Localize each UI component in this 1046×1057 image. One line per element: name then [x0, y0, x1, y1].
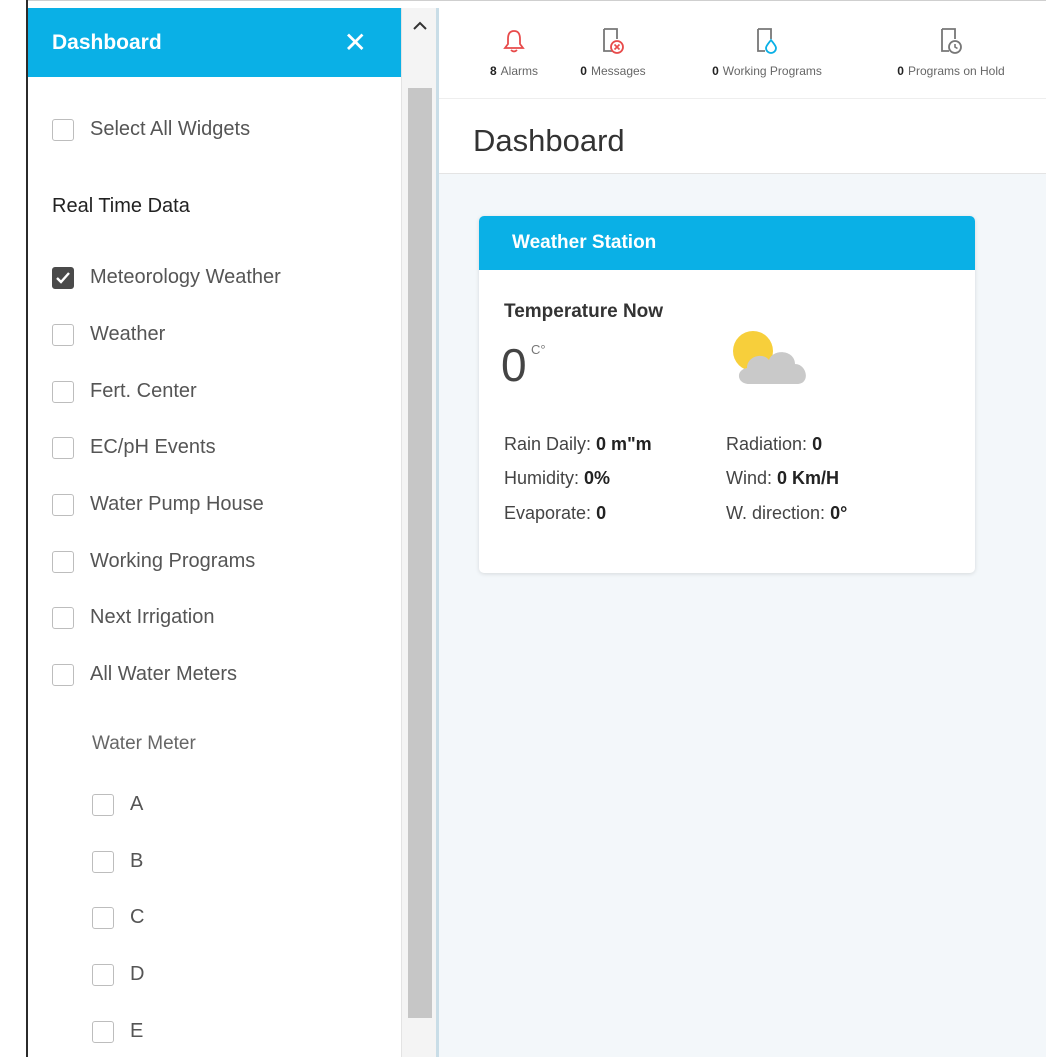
- evaporate-row: Evaporate: 0: [504, 503, 606, 524]
- evaporate-value: 0: [596, 503, 607, 523]
- main-content: 8 Alarms 0 Messages 0 Working Programs 0 Pro…: [436, 8, 1046, 1057]
- checkbox-label: A: [130, 793, 144, 815]
- sidebar-scrollbar[interactable]: [401, 8, 436, 1057]
- messages-label: Messages: [590, 64, 646, 78]
- page-header: Dashboard: [439, 98, 1046, 174]
- close-button[interactable]: ✕: [344, 28, 367, 57]
- section-heading: Real Time Data: [52, 195, 190, 217]
- message-error-icon: [601, 24, 625, 58]
- water-meter-option[interactable]: B: [92, 850, 143, 873]
- wind-label: Wind:: [726, 468, 773, 488]
- working-label: Working Programs: [722, 64, 822, 78]
- checkbox[interactable]: [92, 850, 114, 873]
- window-top-border: [26, 0, 1046, 1]
- programs-on-hold-stat[interactable]: 0 Programs on Hold: [871, 8, 1031, 98]
- checkbox[interactable]: [52, 493, 74, 516]
- checkbox-label: Fert. Center: [90, 380, 197, 402]
- checkbox[interactable]: [52, 266, 74, 289]
- checkbox[interactable]: [92, 1020, 114, 1043]
- radiation-row: Radiation: 0: [726, 434, 822, 455]
- chevron-up-icon: [413, 21, 427, 30]
- wind-value: 0 Km/H: [777, 468, 840, 488]
- scroll-thumb[interactable]: [408, 88, 432, 1018]
- checkbox-label: Next Irrigation: [90, 606, 215, 628]
- checkbox-label: Select All Widgets: [90, 118, 251, 140]
- select-all-widgets[interactable]: Select All Widgets: [52, 118, 250, 141]
- radiation-label: Radiation:: [726, 434, 808, 454]
- checkbox[interactable]: [52, 550, 74, 573]
- checkbox[interactable]: [52, 663, 74, 686]
- widget-option[interactable]: Weather: [52, 323, 165, 346]
- wind-row: Wind: 0 Km/H: [726, 468, 839, 489]
- temperature-label: Temperature Now: [504, 301, 664, 322]
- humidity-row: Humidity: 0%: [504, 468, 610, 489]
- messages-stat[interactable]: 0 Messages: [565, 8, 661, 98]
- alarms-label: Alarms: [500, 64, 539, 78]
- card-title: Weather Station: [479, 216, 975, 270]
- checkbox-label: B: [130, 850, 144, 872]
- scroll-up-button[interactable]: [408, 8, 432, 44]
- checkbox-label: Meteorology Weather: [90, 266, 281, 288]
- checkbox[interactable]: [92, 963, 114, 986]
- partly-cloudy-icon: [725, 326, 815, 393]
- sidebar-header: Dashboard ✕: [28, 8, 401, 77]
- hold-count: 0: [897, 64, 904, 78]
- widget-option[interactable]: EC/pH Events: [52, 436, 216, 459]
- checkbox-label: All Water Meters: [90, 663, 238, 685]
- hold-label: Programs on Hold: [907, 64, 1005, 78]
- checkbox[interactable]: [52, 606, 74, 629]
- clock-icon: [939, 24, 963, 58]
- checkbox[interactable]: [52, 118, 74, 141]
- alarms-count: 8: [489, 64, 497, 78]
- widget-option[interactable]: Meteorology Weather: [52, 266, 281, 289]
- checkbox-label: Water Pump House: [90, 493, 264, 515]
- water-drop-icon: [755, 24, 779, 58]
- water-meter-heading: Water Meter: [92, 733, 196, 754]
- water-meter-option[interactable]: E: [92, 1020, 143, 1043]
- checkbox[interactable]: [52, 323, 74, 346]
- status-bar: 8 Alarms 0 Messages 0 Working Programs 0 Pro…: [439, 8, 1046, 98]
- water-meter-option[interactable]: C: [92, 906, 144, 929]
- sidebar-title: Dashboard: [52, 30, 162, 54]
- humidity-value: 0%: [584, 468, 611, 488]
- widget-option[interactable]: All Water Meters: [52, 663, 237, 686]
- temperature-value: 0: [501, 339, 527, 391]
- widget-option[interactable]: Working Programs: [52, 550, 255, 573]
- checkbox-label: E: [130, 1020, 144, 1042]
- working-count: 0: [712, 64, 719, 78]
- evaporate-label: Evaporate:: [504, 503, 592, 523]
- weather-station-card: Weather Station Temperature Now 0 C° Rai…: [479, 216, 975, 573]
- widget-sidebar: Dashboard ✕ Select All Widgets Real Time…: [28, 8, 401, 1057]
- checkbox-label: Weather: [90, 323, 166, 345]
- checkbox[interactable]: [92, 906, 114, 929]
- checkbox[interactable]: [92, 793, 114, 816]
- working-programs-stat[interactable]: 0 Working Programs: [687, 8, 847, 98]
- messages-count: 0: [580, 64, 587, 78]
- checkbox-label: C: [130, 906, 145, 928]
- rain-label: Rain Daily:: [504, 434, 592, 454]
- radiation-value: 0: [812, 434, 823, 454]
- widget-option[interactable]: Water Pump House: [52, 493, 264, 516]
- direction-label: W. direction:: [726, 503, 826, 523]
- temperature-unit: C°: [531, 342, 546, 357]
- water-meter-option[interactable]: A: [92, 793, 143, 816]
- widget-option[interactable]: Next Irrigation: [52, 606, 215, 629]
- checkbox-label: EC/pH Events: [90, 436, 216, 458]
- rain-daily-row: Rain Daily: 0 m"m: [504, 434, 652, 455]
- widget-option[interactable]: Fert. Center: [52, 380, 197, 403]
- humidity-label: Humidity:: [504, 468, 580, 488]
- wind-direction-row: W. direction: 0°: [726, 503, 847, 524]
- page-title: Dashboard: [473, 123, 625, 158]
- rain-value: 0 m"m: [596, 434, 652, 454]
- water-meter-option[interactable]: D: [92, 963, 144, 986]
- bell-icon: [503, 24, 525, 58]
- checkbox[interactable]: [52, 436, 74, 459]
- checkbox[interactable]: [52, 380, 74, 403]
- checkbox-label: D: [130, 963, 145, 985]
- alarms-stat[interactable]: 8 Alarms: [469, 8, 559, 98]
- checkbox-label: Working Programs: [90, 550, 256, 572]
- direction-value: 0°: [830, 503, 848, 523]
